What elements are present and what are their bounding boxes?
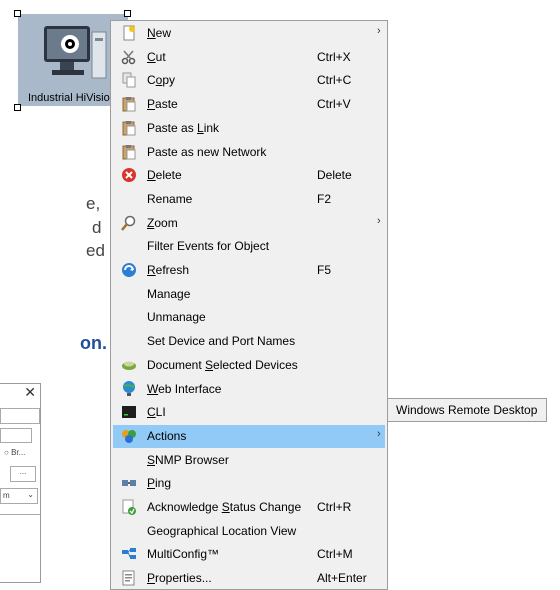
menu-item-label: Paste as Link: [147, 120, 220, 135]
menu-item-shortcut: Ctrl+M: [317, 547, 353, 562]
copy-icon: [122, 72, 136, 88]
document-icon: [122, 361, 136, 370]
menu-item-label: CLI: [147, 405, 166, 420]
selection-handle[interactable]: [14, 10, 21, 17]
menu-item-label: Web Interface: [147, 381, 222, 396]
new-icon: [123, 25, 135, 41]
menu-item-label: SNMP Browser: [147, 452, 229, 467]
dialog-text-field[interactable]: [0, 408, 40, 424]
menu-item-properties[interactable]: Properties... Alt+Enter: [113, 567, 385, 590]
menu-item-label: New: [147, 26, 172, 40]
chevron-right-icon: ›: [377, 427, 381, 440]
menu-item-ping[interactable]: Ping: [113, 472, 385, 495]
menu-item-label: Zoom: [147, 215, 178, 230]
menu-item-label: Properties...: [147, 571, 212, 586]
menu-item-web-interface[interactable]: Web Interface: [113, 378, 385, 401]
selection-handle[interactable]: [124, 10, 131, 17]
menu-item-label: Acknowledge Status Change: [147, 500, 302, 514]
context-menu: New › Cut Ctrl+X Copy Ctrl+C Paste Ctrl+V Paste …: [110, 20, 388, 590]
chevron-right-icon: ›: [377, 25, 381, 37]
menu-item-label: Document Selected Devices: [147, 357, 298, 372]
menu-item-cli[interactable]: CLI: [113, 401, 385, 424]
computer-icon: [44, 26, 107, 79]
menu-item-label: Filter Events for Object: [147, 239, 270, 254]
submenu-item-windows-remote-desktop[interactable]: Windows Remote Desktop: [396, 403, 537, 417]
menu-item-set-device-and-port-names[interactable]: Set Device and Port Names: [113, 330, 385, 353]
menu-item-shortcut: Ctrl+C: [317, 73, 352, 88]
menu-item-manage[interactable]: Manage: [113, 283, 385, 306]
zoom-icon: [121, 215, 136, 231]
menu-item-document-selected-devices[interactable]: Document Selected Devices: [113, 354, 385, 377]
menu-item-label: Actions: [147, 428, 187, 443]
menu-item-shortcut: F2: [317, 191, 332, 206]
menu-item-shortcut: Ctrl+R: [317, 500, 352, 514]
menu-item-shortcut: Alt+Enter: [317, 571, 367, 586]
menu-item-label: Geographical Location View: [147, 523, 297, 538]
menu-item-delete[interactable]: Delete Delete: [113, 164, 385, 187]
menu-item-paste[interactable]: Paste Ctrl+V: [113, 93, 385, 116]
menu-item-copy[interactable]: Copy Ctrl+C: [113, 69, 385, 92]
menu-item-label: Rename: [147, 191, 193, 206]
menu-item-shortcut: F5: [317, 263, 332, 277]
menu-item-filter-events-for-object[interactable]: Filter Events for Object: [113, 235, 385, 258]
dialog-select[interactable]: m ⌄: [0, 488, 38, 504]
menu-item-geographical-location-view[interactable]: Geographical Location View: [113, 520, 385, 543]
menu-item-actions[interactable]: Actions ›: [113, 424, 385, 448]
dialog-radio[interactable]: ○ Br...: [4, 448, 25, 457]
menu-item-label: Paste: [147, 97, 178, 112]
dialog-divider: [0, 514, 40, 515]
menu-item-label: Copy: [147, 73, 176, 88]
menu-item-acknowledge-status-change[interactable]: Acknowledge Status Change Ctrl+R: [113, 496, 385, 519]
menu-item-label: Manage: [147, 286, 191, 301]
dialog-dropdown[interactable]: [0, 428, 32, 443]
background-text: ed: [86, 241, 105, 260]
properties-icon: [122, 570, 135, 586]
delete-icon: [122, 168, 136, 183]
menu-item-refresh[interactable]: Refresh F5: [113, 259, 385, 282]
paste-network-icon: [122, 144, 136, 159]
menu-item-label: Unmanage: [147, 310, 206, 325]
multiconfig-icon: [122, 548, 136, 560]
menu-item-new[interactable]: New ›: [113, 22, 385, 45]
refresh-icon: [122, 263, 136, 277]
actions-submenu: Windows Remote Desktop: [387, 398, 547, 422]
menu-item-paste-as-new-network[interactable]: Paste as new Network: [113, 141, 385, 164]
menu-item-rename[interactable]: Rename F2: [113, 188, 385, 211]
paste-icon: [122, 97, 136, 112]
background-text: d: [92, 218, 102, 237]
menu-item-label: Refresh: [147, 263, 190, 277]
menu-item-paste-as-link[interactable]: Paste as Link: [113, 117, 385, 140]
ping-icon: [122, 480, 136, 487]
menu-item-label: MultiConfig™: [147, 547, 220, 562]
paste-link-icon: [122, 120, 136, 136]
menu-item-unmanage[interactable]: Unmanage: [113, 306, 385, 329]
web-icon: [123, 380, 135, 396]
menu-item-label: Cut: [147, 49, 166, 64]
actions-icon: [122, 429, 136, 443]
chevron-right-icon: ›: [377, 214, 381, 227]
menu-item-zoom[interactable]: Zoom ›: [113, 212, 385, 235]
background-text: e,: [86, 194, 101, 213]
menu-item-cut[interactable]: Cut Ctrl+X: [113, 46, 385, 69]
menu-item-shortcut: Ctrl+X: [317, 49, 351, 64]
selection-handle[interactable]: [14, 104, 21, 111]
acknowledge-icon: [122, 499, 136, 515]
menu-item-label: Set Device and Port Names: [147, 334, 296, 349]
menu-item-shortcut: Ctrl+V: [317, 97, 351, 112]
background-heading: on.: [80, 333, 107, 353]
background-dialog: ✕ ○ Br... ... m ⌄: [0, 383, 41, 583]
menu-item-label: Paste as new Network: [147, 144, 267, 159]
menu-item-label: Delete: [147, 168, 182, 183]
menu-item-shortcut: Delete: [317, 168, 352, 183]
menu-item-label: Ping: [147, 476, 172, 491]
close-icon[interactable]: ✕: [24, 384, 36, 401]
menu-item-snmp-browser[interactable]: SNMP Browser: [113, 449, 385, 472]
cli-icon: [122, 406, 136, 419]
menu-item-multiconfig[interactable]: MultiConfig™ Ctrl+M: [113, 543, 385, 566]
dialog-browse-button[interactable]: ...: [10, 466, 36, 482]
cut-icon: [121, 50, 136, 64]
